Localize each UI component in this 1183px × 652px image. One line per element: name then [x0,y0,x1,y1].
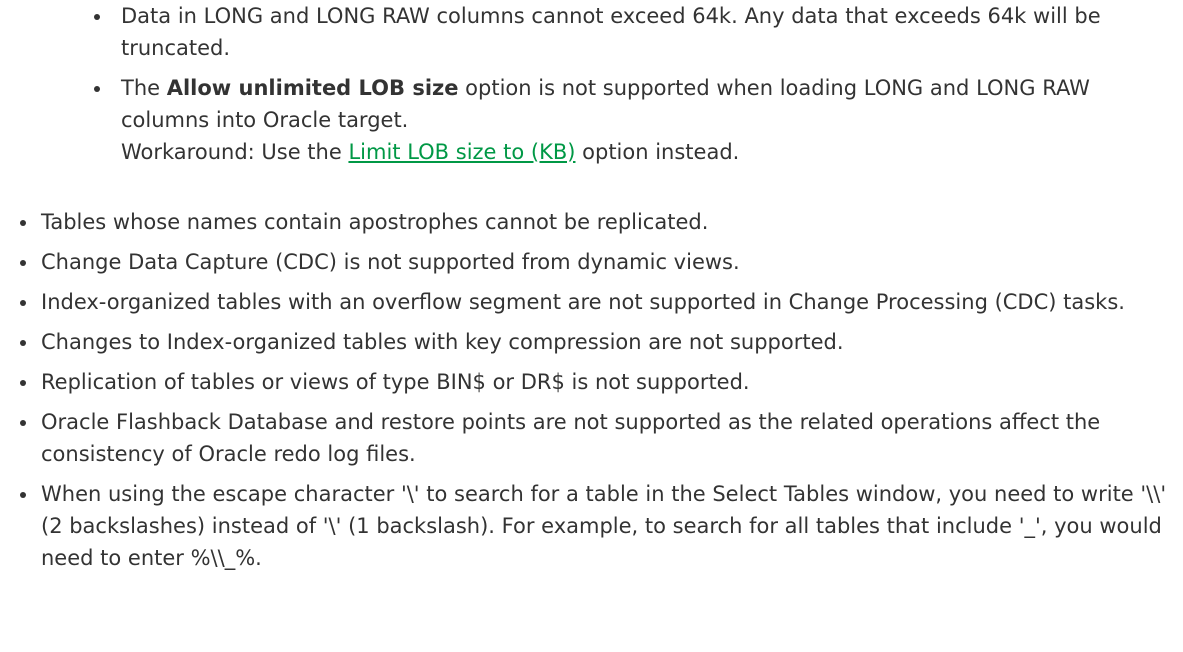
list-item: Index-organized tables with an overflow … [0,286,1183,318]
option-name-bold: Allow unlimited LOB size [166,76,459,100]
list-item: Replication of tables or views of type B… [0,366,1183,398]
list-item: When using the escape character '\' to s… [0,478,1183,574]
list-item-text-start: The [121,76,167,100]
list-item: The Allow unlimited LOB size option is n… [0,72,1183,168]
list-item-text: When using the escape character '\' to s… [41,482,1167,570]
list-item: Changes to Index-organized tables with k… [0,326,1183,358]
list-item: Data in LONG and LONG RAW columns cannot… [0,0,1183,64]
list-item-text: Replication of tables or views of type B… [41,370,750,394]
document-page: Data in LONG and LONG RAW columns cannot… [0,0,1183,652]
list-item: Change Data Capture (CDC) is not support… [0,246,1183,278]
list-item: Oracle Flashback Database and restore po… [0,406,1183,470]
list-item: Tables whose names contain apostrophes c… [0,206,1183,238]
nested-bullet-list: Data in LONG and LONG RAW columns cannot… [0,0,1183,176]
list-item-text: Index-organized tables with an overflow … [41,290,1125,314]
workaround-text-end: option instead. [575,140,740,164]
workaround-text: Workaround: Use the [121,140,349,164]
list-item-text: Data in LONG and LONG RAW columns cannot… [121,4,1101,60]
bullet-list: Tables whose names contain apostrophes c… [0,206,1183,582]
list-item-text: Oracle Flashback Database and restore po… [41,410,1101,466]
list-item-text: Change Data Capture (CDC) is not support… [41,250,740,274]
limit-lob-size-link[interactable]: Limit LOB size to (KB) [348,140,575,164]
list-item-text: Changes to Index-organized tables with k… [41,330,844,354]
list-item-text: Tables whose names contain apostrophes c… [41,210,709,234]
